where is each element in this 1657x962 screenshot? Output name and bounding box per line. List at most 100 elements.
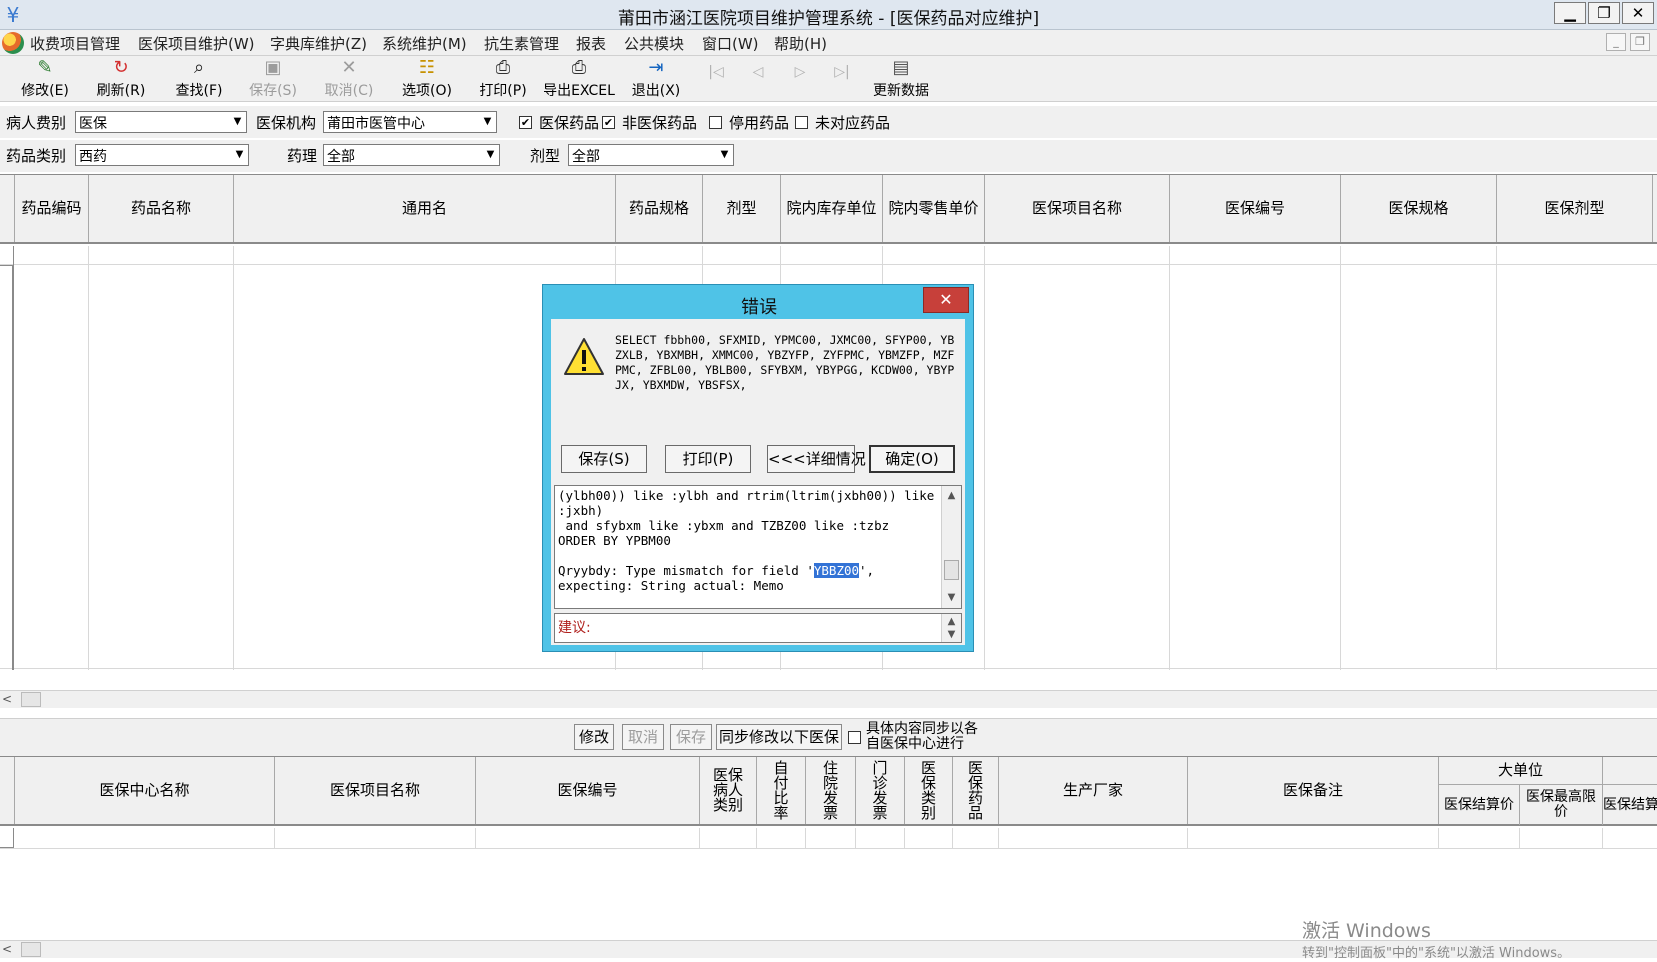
restore-button[interactable]: ❐ <box>1588 2 1620 24</box>
disabled-drugs-label: 停用药品 <box>729 114 790 132</box>
dialog-close-button[interactable]: ✕ <box>923 287 969 313</box>
col-insurance-category[interactable]: 医保类别 <box>905 757 953 824</box>
col-drug-code[interactable]: 药品编码 <box>15 175 89 242</box>
col-item-name[interactable]: 医保项目名称 <box>275 757 476 824</box>
col-self-pay-ratio[interactable]: 自付比率 <box>757 757 806 824</box>
patient-type-select[interactable]: 医保 ▼ <box>75 111 247 133</box>
row-indicator[interactable] <box>0 246 14 266</box>
drug-category-select[interactable]: 西药 ▼ <box>75 144 249 166</box>
menu-antibiotics[interactable]: 抗生素管理 <box>484 33 559 54</box>
dialog-save-button[interactable]: 保存(S) <box>561 445 647 473</box>
mid-edit-button[interactable]: 修改 <box>574 724 614 750</box>
col-dosage-form[interactable]: 剂型 <box>703 175 781 242</box>
menu-window[interactable]: 窗口(W) <box>702 33 759 54</box>
save-button[interactable]: ▣ 保存(S) <box>244 56 302 102</box>
suggestion-box[interactable]: 建议: ▲ ▼ <box>554 613 962 643</box>
chevron-up-icon[interactable]: ▲ <box>942 615 961 628</box>
chevron-down-icon[interactable]: ▼ <box>482 145 499 165</box>
printer-icon: ⎙ <box>495 57 511 78</box>
col-settle-price[interactable]: 医保结算价 <box>1439 785 1520 825</box>
selected-text[interactable]: YBBZ00 <box>813 563 860 578</box>
menu-insurance-items[interactable]: 医保项目维护(W) <box>138 33 255 54</box>
mid-cancel-button[interactable]: 取消 <box>622 724 664 750</box>
insurance-action-bar: 修改 取消 保存 同步修改以下医保 具体内容同步以各 自医保中心进行 <box>0 718 1657 756</box>
error-detail-box[interactable]: (ylbh00)) like :ylbh and rtrim(ltrim(jxb… <box>554 485 962 609</box>
scrollbar-thumb[interactable] <box>21 692 41 707</box>
col-center-name[interactable]: 医保中心名称 <box>15 757 275 824</box>
disabled-drugs-checkbox[interactable] <box>709 116 722 129</box>
col-generic-name[interactable]: 通用名 <box>234 175 616 242</box>
col-outpatient-invoice[interactable]: 门诊发票 <box>856 757 905 824</box>
menu-reports[interactable]: 报表 <box>576 33 606 54</box>
menu-system[interactable]: 系统维护(M) <box>382 33 467 54</box>
col-insurance-dosage-form[interactable]: 医保剂型 <box>1497 175 1653 242</box>
options-button[interactable]: ☷ 选项(O) <box>398 56 456 102</box>
unmatched-drugs-checkbox[interactable] <box>795 116 808 129</box>
chevron-left-icon[interactable]: < <box>2 942 12 956</box>
menu-dictionary[interactable]: 字典库维护(Z) <box>270 33 367 54</box>
error-detail-text[interactable]: (ylbh00)) like :ylbh and rtrim(ltrim(jxb… <box>558 488 936 593</box>
dialog-print-button[interactable]: 打印(P) <box>665 445 751 473</box>
drug-grid-horizontal-scrollbar[interactable]: < <box>0 690 1657 708</box>
col-max-price[interactable]: 医保最高限价 <box>1520 785 1603 825</box>
cancel-button[interactable]: ✕ 取消(C) <box>318 56 380 102</box>
first-record-button[interactable]: |◁ <box>706 64 726 80</box>
chevron-down-icon[interactable]: ▼ <box>229 112 246 132</box>
non-insured-drugs-label: 非医保药品 <box>622 114 698 132</box>
refresh-button[interactable]: ↻ 刷新(R) <box>90 56 152 102</box>
print-button[interactable]: ⎙ 打印(P) <box>474 56 532 102</box>
insured-drugs-checkbox[interactable]: ✔ <box>519 116 532 129</box>
dialog-details-button[interactable]: <<<详细情况 <box>767 445 866 473</box>
edit-button[interactable]: ✎ 修改(E) <box>16 56 74 102</box>
col-patient-category[interactable]: 医保病人类别 <box>700 757 757 824</box>
col-drug-name[interactable]: 药品名称 <box>89 175 234 242</box>
col-insurance-code[interactable]: 医保编号 <box>1170 175 1341 242</box>
menu-help[interactable]: 帮助(H) <box>774 33 827 54</box>
non-insured-drugs-checkbox[interactable]: ✔ <box>602 116 615 129</box>
update-data-button[interactable]: ▤ 更新数据 <box>868 56 934 102</box>
suggestion-vertical-scrollbar[interactable]: ▲ ▼ <box>941 614 961 642</box>
menu-common[interactable]: 公共模块 <box>624 33 684 54</box>
col-settle-price-2[interactable]: 医保结算价 <box>1603 785 1657 825</box>
institution-select[interactable]: 莆田市医管中心 ▼ <box>323 111 497 133</box>
mdi-restore-button[interactable]: ❐ <box>1630 33 1650 51</box>
col-drug-spec[interactable]: 药品规格 <box>616 175 703 242</box>
scrollbar-thumb[interactable] <box>944 560 959 580</box>
chevron-down-icon[interactable]: ▼ <box>942 589 961 607</box>
prev-record-button[interactable]: ◁ <box>748 64 768 80</box>
error-message: SELECT fbbh00, SFXMID, YPMC00, JXMC00, S… <box>615 333 955 392</box>
detail-vertical-scrollbar[interactable]: ▲ ▼ <box>941 486 961 608</box>
chevron-down-icon[interactable]: ▼ <box>942 628 961 641</box>
col-insurance-spec[interactable]: 医保规格 <box>1341 175 1497 242</box>
next-record-button[interactable]: ▷ <box>790 64 810 80</box>
mdi-minimize-button[interactable]: _ <box>1606 33 1626 51</box>
col-insurance-remark[interactable]: 医保备注 <box>1188 757 1439 824</box>
find-button[interactable]: ⌕ 查找(F) <box>168 56 230 102</box>
mid-save-button[interactable]: 保存 <box>670 724 712 750</box>
col-insurance-drug[interactable]: 医保药品 <box>953 757 999 824</box>
sync-center-checkbox[interactable] <box>848 731 861 744</box>
exit-button[interactable]: ⇥ 退出(X) <box>626 56 686 102</box>
minimize-button[interactable]: ▁ <box>1554 2 1586 24</box>
last-record-button[interactable]: ▷| <box>832 64 852 80</box>
dosage-form-select[interactable]: 全部 ▼ <box>568 144 734 166</box>
dialog-ok-button[interactable]: 确定(O) <box>869 445 955 473</box>
export-excel-button[interactable]: ⎙ 导出EXCEL <box>542 56 616 102</box>
menu-charge-items[interactable]: 收费项目管理 <box>30 33 120 54</box>
scrollbar-thumb[interactable] <box>21 942 41 957</box>
chevron-down-icon[interactable]: ▼ <box>716 145 733 165</box>
chevron-up-icon[interactable]: ▲ <box>942 487 961 505</box>
col-code[interactable]: 医保编号 <box>476 757 700 824</box>
close-window-button[interactable]: ✕ <box>1622 2 1654 24</box>
pharmacology-select[interactable]: 全部 ▼ <box>323 144 500 166</box>
chevron-down-icon[interactable]: ▼ <box>479 112 496 132</box>
col-manufacturer[interactable]: 生产厂家 <box>999 757 1188 824</box>
chevron-down-icon[interactable]: ▼ <box>231 145 248 165</box>
col-inpatient-invoice[interactable]: 住院发票 <box>806 757 856 824</box>
chevron-left-icon[interactable]: < <box>2 692 12 706</box>
col-retail-price[interactable]: 院内零售单价 <box>883 175 985 242</box>
col-stock-unit[interactable]: 院内库存单位 <box>781 175 883 242</box>
row-indicator[interactable] <box>0 828 14 848</box>
sync-insurance-button[interactable]: 同步修改以下医保 <box>716 724 842 750</box>
col-insurance-item-name[interactable]: 医保项目名称 <box>985 175 1170 242</box>
